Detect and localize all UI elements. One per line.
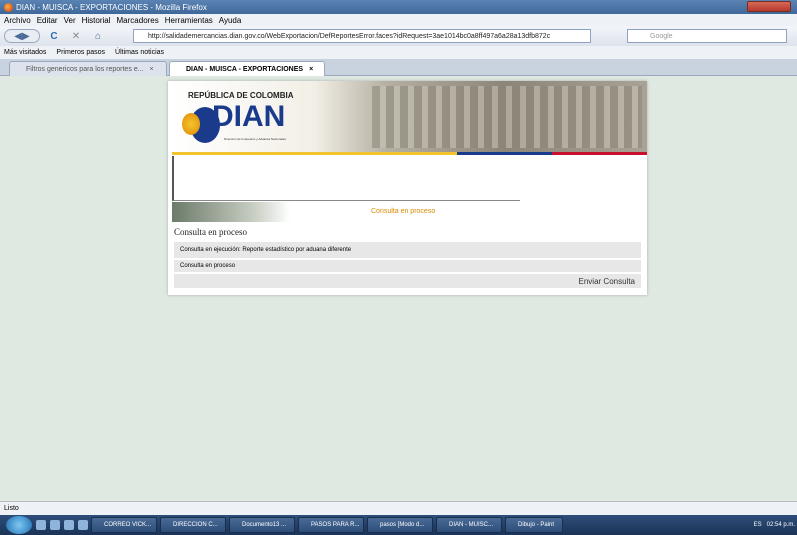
dian-logo: DIAN	[212, 100, 286, 133]
building-thumbnail	[172, 202, 290, 222]
menu-bar: Archivo Editar Ver Historial Marcadores …	[0, 14, 797, 26]
close-icon[interactable]: ×	[309, 66, 313, 73]
header-country: REPÚBLICA DE COLOMBIA	[188, 91, 294, 100]
system-tray: ES 02:54 p.m.	[691, 515, 797, 535]
info-row-process: Consulta en proceso	[174, 260, 641, 272]
taskbar-item[interactable]: DIRECCION C...	[160, 517, 226, 533]
window-titlebar: DIAN - MUISCA - EXPORTACIONES - Mozilla …	[0, 0, 797, 14]
status-bar: Listo	[0, 501, 797, 515]
clock[interactable]: 02:54 p.m.	[767, 522, 795, 528]
reload-icon[interactable]: C	[46, 29, 62, 43]
firefox-icon	[4, 2, 13, 12]
report-panel: REPÚBLICA DE COLOMBIA DIAN Dirección de …	[168, 81, 647, 295]
bookmark-primeros-pasos[interactable]: Primeros pasos	[56, 49, 105, 56]
empty-frame	[172, 156, 520, 201]
language-indicator[interactable]: ES	[754, 522, 762, 528]
bookmark-mas-visitados[interactable]: Más visitados	[4, 49, 46, 56]
tab-label: Filtros genericos para los reportes e...	[26, 65, 144, 73]
dian-header: REPÚBLICA DE COLOMBIA DIAN Dirección de …	[172, 81, 647, 153]
flag-stripe	[172, 152, 647, 155]
menu-marcadores[interactable]: Marcadores	[117, 16, 159, 25]
menu-ayuda[interactable]: Ayuda	[219, 16, 242, 25]
info-row-execution: Consulta en ejecución: Reporte estadísti…	[174, 242, 641, 258]
send-row: Enviar Consulta	[174, 274, 641, 288]
quicklaunch-icon[interactable]	[64, 520, 74, 530]
send-query-button[interactable]: Enviar Consulta	[579, 277, 635, 286]
status-label: Consulta en proceso	[371, 208, 436, 215]
tab-filtros[interactable]: Filtros genericos para los reportes e...…	[9, 61, 167, 76]
menu-editar[interactable]: Editar	[37, 16, 58, 25]
tab-label: DIAN - MUISCA - EXPORTACIONES	[186, 65, 304, 73]
taskbar-item[interactable]: CORREO VICK...	[91, 517, 157, 533]
menu-archivo[interactable]: Archivo	[4, 16, 31, 25]
page-content: REPÚBLICA DE COLOMBIA DIAN Dirección de …	[9, 76, 790, 501]
url-bar[interactable]: http://salidademercancias.dian.gov.co/We…	[133, 29, 591, 43]
window-controls[interactable]	[747, 1, 791, 12]
menu-herramientas[interactable]: Herramientas	[165, 16, 213, 25]
home-icon[interactable]: ⌂	[90, 29, 106, 43]
quicklaunch-icon[interactable]	[36, 520, 46, 530]
plaza-photo	[372, 86, 642, 148]
header-subtitle: Dirección de Impuestos y Aduanas Naciona…	[224, 137, 286, 141]
quicklaunch-icon[interactable]	[78, 520, 88, 530]
taskbar-item[interactable]: DIAN - MUISC...	[436, 517, 502, 533]
menu-historial[interactable]: Historial	[82, 16, 111, 25]
bookmarks-toolbar: Más visitados Primeros pasos Últimas not…	[0, 46, 797, 59]
back-forward-button[interactable]: ◀▶	[4, 29, 40, 43]
taskbar-item[interactable]: pasos [Modo d...	[367, 517, 433, 533]
bookmark-ultimas-noticias[interactable]: Últimas noticias	[115, 49, 164, 56]
quicklaunch-icon[interactable]	[50, 520, 60, 530]
tab-dian[interactable]: DIAN - MUISCA - EXPORTACIONES ×	[169, 61, 325, 76]
menu-ver[interactable]: Ver	[64, 16, 76, 25]
taskbar-item[interactable]: PASOS PARA R...	[298, 517, 364, 533]
tab-strip: Filtros genericos para los reportes e...…	[0, 59, 797, 76]
close-icon[interactable]: ×	[150, 66, 154, 73]
status-text: Listo	[4, 505, 19, 512]
taskbar: CORREO VICK... DIRECCION C... Documento1…	[0, 515, 797, 535]
taskbar-item[interactable]: Documento13 ...	[229, 517, 295, 533]
page-heading: Consulta en proceso	[174, 227, 247, 237]
search-input[interactable]: Google	[627, 29, 787, 43]
start-button[interactable]	[6, 516, 32, 534]
window-title: DIAN - MUISCA - EXPORTACIONES - Mozilla …	[16, 2, 207, 12]
stop-icon[interactable]: ✕	[68, 29, 84, 43]
logo-sun-icon	[182, 113, 200, 135]
taskbar-item[interactable]: Dibujo - Paint	[505, 517, 563, 533]
navigation-toolbar: ◀▶ C ✕ ⌂ http://salidademercancias.dian.…	[0, 26, 797, 46]
